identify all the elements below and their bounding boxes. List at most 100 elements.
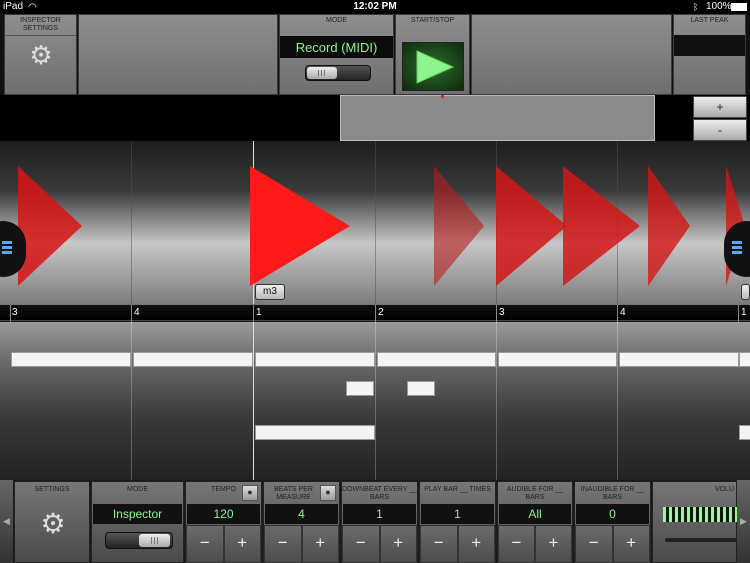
beat-arrows [18, 166, 745, 286]
inspector-settings-label: INSPECTOR SETTINGS [20, 17, 61, 32]
bar-line [496, 322, 497, 480]
beats-per-measure-minus-button[interactable]: − [264, 525, 302, 563]
mode-toggle[interactable] [305, 65, 371, 81]
mode-panel: MODE Record (MIDI) [279, 14, 394, 95]
note-block[interactable] [619, 352, 739, 367]
downbeat-minus-button[interactable]: − [342, 525, 380, 563]
timeline[interactable]: m3 3 4 1 2 3 4 1 [0, 141, 750, 480]
beat-tick [738, 305, 739, 322]
last-peak-display [674, 35, 745, 56]
last-peak-label: LAST PEAK [690, 17, 729, 24]
toggle-knob [307, 67, 337, 79]
playhead-line [253, 322, 254, 480]
scroll-left-arrow[interactable]: ◀ [0, 480, 13, 563]
beat-arrows-region: m3 [0, 141, 750, 306]
notes-region[interactable] [0, 322, 750, 480]
beat-number: 2 [378, 307, 384, 318]
bluetooth-icon: ᛒ [693, 2, 699, 12]
zoom-in-button[interactable]: + [693, 96, 747, 118]
empty-panel-1 [78, 14, 278, 95]
settings-panel: SETTINGS ⚙ [14, 481, 90, 563]
gear-icon[interactable]: ⚙ [28, 42, 54, 68]
mode-toggle[interactable] [105, 532, 173, 549]
note-block[interactable] [255, 352, 375, 367]
play-bar-label: PLAY BAR __ TIMES [424, 486, 491, 493]
play-bar-plus-button[interactable]: + [457, 525, 495, 563]
tempo-minus-button[interactable]: − [186, 525, 224, 563]
beats-per-measure-tap-button[interactable]: ● [320, 485, 336, 501]
note-block[interactable] [739, 352, 750, 367]
beats-per-measure-plus-button[interactable]: + [301, 525, 339, 563]
start-stop-label: START/STOP [410, 17, 455, 24]
overview-viewport[interactable] [340, 95, 655, 141]
bar-line [617, 322, 618, 480]
beat-ruler: 3 4 1 2 3 4 1 [0, 304, 750, 322]
note-block[interactable] [346, 381, 374, 396]
inaudible-minus-button[interactable]: − [575, 525, 613, 563]
beat-tick [496, 305, 497, 322]
beats-per-measure-label: BEATS PER MEASURE [274, 486, 313, 501]
beat-arrow [496, 166, 567, 286]
beat-arrow [18, 166, 82, 286]
note-block[interactable] [407, 381, 435, 396]
play-bar-minus-button[interactable]: − [420, 525, 458, 563]
beat-arrow [648, 166, 690, 286]
audible-plus-button[interactable]: + [535, 525, 572, 563]
volume-panel: VOLU [652, 481, 737, 563]
beats-per-measure-value: 4 [265, 504, 338, 524]
gear-icon[interactable]: ⚙ [39, 510, 67, 538]
note-block[interactable] [11, 352, 131, 367]
note-block[interactable] [739, 425, 750, 440]
beat-tick [10, 305, 11, 322]
tempo-panel: TEMPO ● 120 − + [185, 481, 262, 563]
beat-tick [375, 305, 376, 322]
tempo-plus-button[interactable]: + [223, 525, 261, 563]
toggle-knob [139, 534, 170, 547]
mode-display[interactable]: Record (MIDI) [280, 36, 393, 58]
mode-label: MODE [127, 486, 148, 493]
battery-percent: 100% [706, 1, 732, 12]
lines-icon [732, 241, 742, 255]
inaudible-panel: INAUDIBLE FOR __ BARS 0 − + [574, 481, 651, 563]
bar-line [131, 322, 132, 480]
status-bar: iPad ◠ 12:02 PM ᛒ 100% [0, 0, 750, 14]
audible-value: All [499, 504, 571, 524]
inaudible-label: INAUDIBLE FOR __ BARS [580, 486, 645, 501]
volume-slider[interactable] [665, 538, 737, 542]
play-bar-value: 1 [421, 504, 494, 524]
measure-tooltip: m3 [255, 284, 285, 300]
play-bar-panel: PLAY BAR __ TIMES 1 − + [419, 481, 496, 563]
audible-minus-button[interactable]: − [498, 525, 535, 563]
tempo-tap-button[interactable]: ● [242, 485, 258, 501]
mode-label: MODE [326, 17, 347, 24]
scroll-right-arrow[interactable]: ▶ [737, 480, 750, 563]
mode-display[interactable]: Inspector [93, 504, 182, 524]
start-stop-button[interactable] [402, 42, 464, 91]
zoom-out-button[interactable]: - [693, 119, 747, 141]
divider [5, 35, 76, 36]
beat-tick [253, 305, 254, 322]
volume-label: VOLU [714, 486, 734, 493]
beat-number: 3 [12, 307, 18, 318]
beat-arrow [250, 166, 350, 286]
downbeat-plus-button[interactable]: + [379, 525, 417, 563]
measure-tooltip-edge [741, 284, 750, 300]
beat-number: 4 [134, 307, 140, 318]
beats-per-measure-panel: BEATS PER MEASURE ● 4 − + [263, 481, 340, 563]
beat-number: 3 [499, 307, 505, 318]
note-block[interactable] [498, 352, 617, 367]
downbeat-label: DOWNBEAT EVERY __ BARS [342, 486, 417, 501]
empty-panel-2 [471, 14, 672, 95]
beat-arrow [563, 166, 640, 286]
downbeat-panel: DOWNBEAT EVERY __ BARS 1 − + [341, 481, 418, 563]
note-block[interactable] [133, 352, 253, 367]
note-block[interactable] [377, 352, 496, 367]
beat-tick [617, 305, 618, 322]
beat-number: 4 [620, 307, 626, 318]
downbeat-value: 1 [343, 504, 416, 524]
volume-meter [663, 507, 737, 522]
beat-number: 1 [256, 307, 262, 318]
inaudible-plus-button[interactable]: + [612, 525, 650, 563]
audible-panel: AUDIBLE FOR __ BARS All − + [497, 481, 573, 563]
note-block[interactable] [255, 425, 375, 440]
